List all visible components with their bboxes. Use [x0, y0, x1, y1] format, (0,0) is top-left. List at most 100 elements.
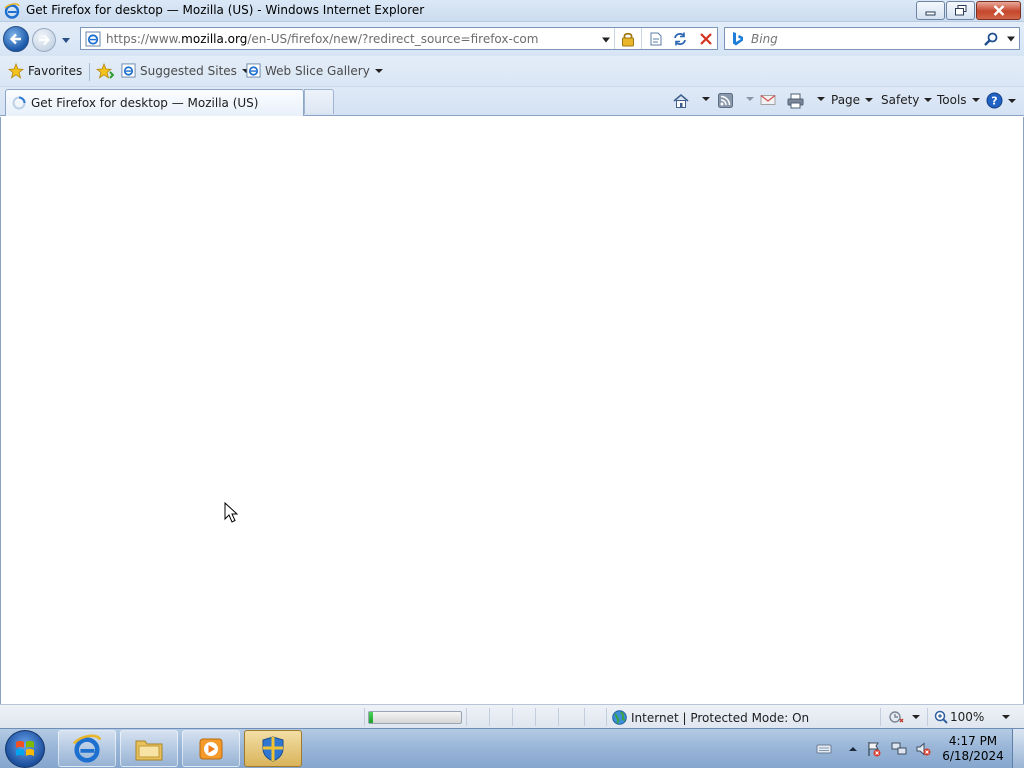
- shield-icon: [262, 735, 284, 762]
- add-favorite-icon: [96, 63, 114, 79]
- start-button[interactable]: [5, 730, 45, 768]
- add-to-favorites-bar-button[interactable]: [96, 63, 114, 79]
- separator: [466, 708, 467, 726]
- feeds-icon: [718, 93, 733, 108]
- security-zone[interactable]: Internet | Protected Mode: On: [612, 710, 809, 725]
- suggested-sites-link[interactable]: Suggested Sites: [121, 63, 250, 78]
- forward-button[interactable]: [32, 28, 56, 52]
- chevron-down-icon: [865, 98, 874, 102]
- lock-icon[interactable]: [620, 31, 636, 47]
- address-dropdown-icon[interactable]: [601, 36, 611, 44]
- page-content[interactable]: [0, 117, 1024, 704]
- read-mail-icon: [760, 95, 776, 105]
- tab-active[interactable]: Get Firefox for desktop — Mozilla (US): [5, 89, 304, 116]
- chevron-down-icon: [924, 98, 933, 102]
- media-player-icon: [199, 738, 223, 759]
- chevron-down-icon: [374, 68, 383, 73]
- new-tab-button[interactable]: [304, 89, 334, 114]
- separator: [364, 708, 365, 726]
- web-slice-gallery-link[interactable]: Web Slice Gallery: [246, 63, 383, 78]
- taskbar-security-shield[interactable]: [244, 730, 302, 767]
- address-text[interactable]: https://www.mozilla.org/en-US/firefox/ne…: [106, 32, 538, 46]
- folder-icon: [135, 740, 163, 760]
- taskbar: 4:17 PM 6/18/2024: [0, 728, 1024, 768]
- action-center-icon[interactable]: [866, 741, 882, 757]
- print-dropdown[interactable]: [812, 97, 825, 101]
- show-hidden-icons-icon[interactable]: [845, 741, 861, 757]
- feeds-dropdown[interactable]: [741, 97, 754, 101]
- navigation-bar: https://www.mozilla.org/en-US/firefox/ne…: [0, 22, 1024, 56]
- history-dropdown-icon[interactable]: [60, 34, 72, 46]
- separator: [489, 708, 490, 726]
- tools-menu-label: Tools: [937, 93, 967, 107]
- tab-bar: Get Firefox for desktop — Mozilla (US) P…: [0, 87, 1024, 116]
- stop-icon[interactable]: [698, 31, 714, 47]
- chevron-down-icon: [702, 97, 710, 101]
- mouse-cursor-icon: [224, 502, 238, 523]
- refresh-icon[interactable]: [672, 31, 688, 47]
- tools-menu[interactable]: Tools: [937, 93, 980, 107]
- web-slice-gallery-label: Web Slice Gallery: [265, 63, 370, 78]
- ie-icon: [4, 3, 20, 19]
- print-button[interactable]: [787, 93, 804, 109]
- protected-mode-button[interactable]: [888, 710, 920, 724]
- chevron-down-icon: [971, 98, 980, 102]
- search-input[interactable]: [751, 32, 961, 46]
- progress-fill: [369, 712, 373, 723]
- taskbar-windows-explorer[interactable]: [120, 730, 178, 767]
- address-bar[interactable]: https://www.mozilla.org/en-US/firefox/ne…: [80, 27, 718, 50]
- page-menu[interactable]: Page: [831, 93, 874, 107]
- separator: [89, 63, 90, 81]
- read-mail-button[interactable]: [760, 93, 776, 107]
- network-icon[interactable]: [891, 741, 907, 757]
- windows-logo-icon: [16, 740, 34, 756]
- taskbar-media-player[interactable]: [182, 730, 240, 767]
- ie-icon: [72, 734, 102, 762]
- back-button[interactable]: [3, 26, 29, 52]
- home-icon: [673, 93, 689, 108]
- favorites-button[interactable]: Favorites: [8, 63, 82, 79]
- separator: [558, 708, 559, 726]
- keyboard-icon[interactable]: [816, 741, 832, 757]
- separator: [535, 708, 536, 726]
- status-bar: Internet | Protected Mode: On 100%: [0, 704, 1024, 728]
- separator: [880, 708, 881, 726]
- chevron-down-icon: [1002, 715, 1011, 719]
- clock-time: 4:17 PM: [948, 734, 998, 748]
- tab-label: Get Firefox for desktop — Mozilla (US): [31, 96, 259, 110]
- help-icon: ?: [986, 92, 1003, 109]
- zoom-level-label: 100%: [950, 710, 985, 724]
- safety-menu-label: Safety: [881, 93, 920, 107]
- compatibility-view-icon[interactable]: [648, 31, 664, 47]
- separator: [512, 708, 513, 726]
- chevron-down-icon: [746, 97, 754, 101]
- search-icon[interactable]: [983, 31, 999, 47]
- separator: [606, 708, 607, 726]
- chevron-down-icon: [912, 715, 920, 719]
- volume-muted-icon[interactable]: [915, 741, 931, 757]
- back-arrow-icon: [9, 33, 21, 45]
- title-bar: Get Firefox for desktop — Mozilla (US) -…: [0, 0, 1024, 22]
- safety-menu[interactable]: Safety: [881, 93, 933, 107]
- system-clock[interactable]: 4:17 PM 6/18/2024: [938, 734, 1008, 764]
- home-dropdown[interactable]: [697, 97, 710, 101]
- search-box[interactable]: [724, 27, 1020, 50]
- help-button[interactable]: ?: [986, 92, 1016, 109]
- zoom-level-button[interactable]: 100%: [934, 710, 1011, 724]
- favorites-label: Favorites: [28, 64, 83, 78]
- show-desktop-button[interactable]: [1012, 729, 1024, 768]
- feeds-button[interactable]: [718, 93, 733, 108]
- minimize-icon: [925, 11, 935, 15]
- home-button[interactable]: [672, 93, 690, 109]
- search-dropdown-icon[interactable]: [1006, 35, 1016, 43]
- restore-icon: [954, 5, 966, 16]
- close-button[interactable]: [976, 1, 1021, 20]
- page-ie-icon: [246, 63, 261, 78]
- restore-button[interactable]: [946, 1, 975, 20]
- svg-text:?: ?: [991, 95, 997, 108]
- minimize-button[interactable]: [916, 1, 945, 20]
- print-icon: [787, 93, 804, 109]
- window-title: Get Firefox for desktop — Mozilla (US) -…: [26, 3, 425, 17]
- taskbar-internet-explorer[interactable]: [58, 730, 116, 767]
- security-zone-label: Internet | Protected Mode: On: [631, 710, 810, 725]
